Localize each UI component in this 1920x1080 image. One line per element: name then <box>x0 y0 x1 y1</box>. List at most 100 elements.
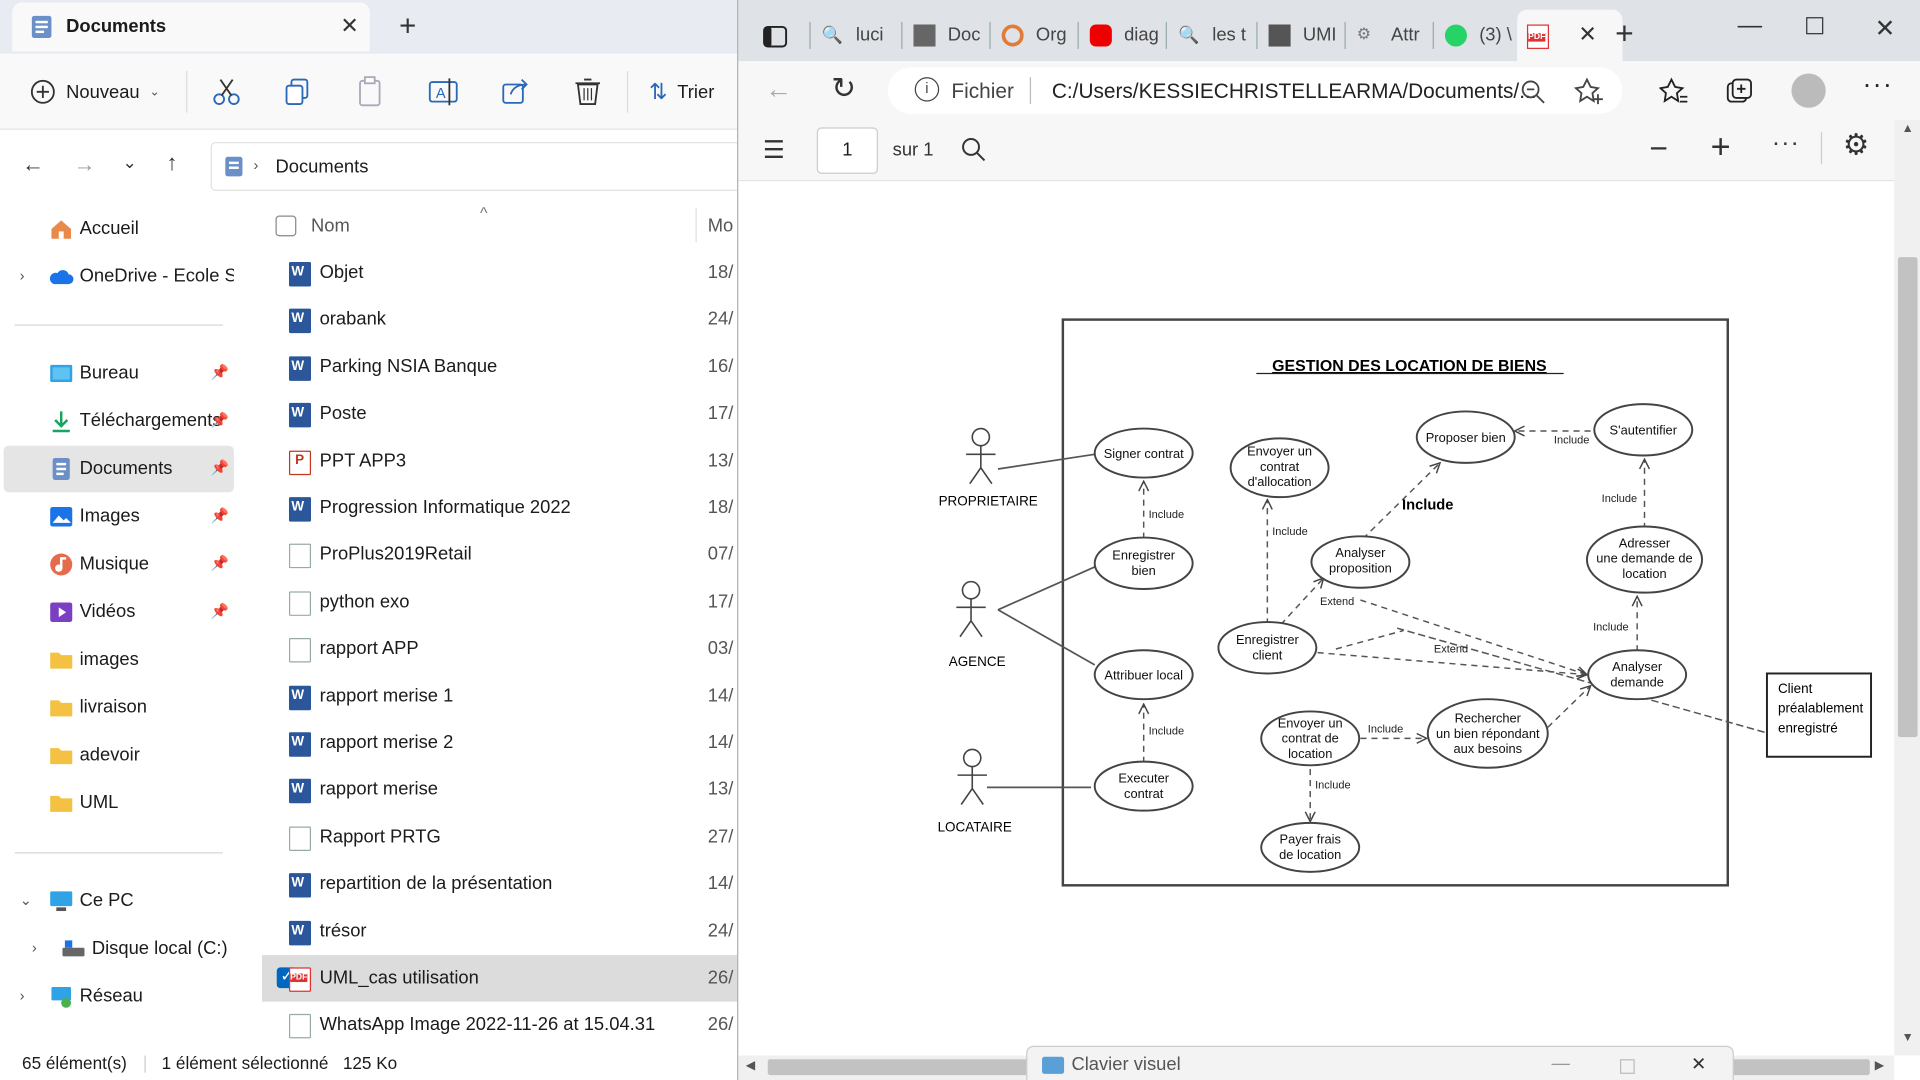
info-icon[interactable]: i <box>914 77 940 102</box>
back-arrow-icon[interactable]: ← <box>22 152 44 178</box>
nav-item-folder[interactable]: UML <box>0 780 235 827</box>
forward-arrow-icon[interactable]: → <box>73 152 95 178</box>
sort-button[interactable]: ⇅ Trier <box>649 71 714 113</box>
recent-chevron-icon[interactable]: ⌄ <box>122 152 136 173</box>
address-bar[interactable]: i Fichier C:/Users/KESSIECHRISTELLEARMA/… <box>887 67 1623 114</box>
close-tab-icon[interactable]: ✕ <box>340 13 358 39</box>
select-all-checkbox[interactable] <box>275 215 297 237</box>
refresh-icon[interactable]: ↻ <box>831 71 856 107</box>
file-row[interactable]: ProPlus2019Retail 07/ <box>262 532 737 579</box>
up-arrow-icon[interactable]: ↑ <box>167 151 178 177</box>
file-row[interactable]: UML_cas utilisation 26/ <box>262 955 738 1002</box>
file-row[interactable]: Poste 17/ <box>262 391 737 438</box>
nav-item-documents[interactable]: Documents 📌 <box>3 445 234 493</box>
nav-item-folder[interactable]: livraison <box>0 684 235 731</box>
file-row[interactable]: Objet 18/ <box>262 250 737 297</box>
table-of-contents-icon[interactable]: ☰ <box>763 135 785 166</box>
browser-tab[interactable]: Org <box>992 10 1078 61</box>
on-screen-keyboard-window[interactable]: Clavier visuel — ✕ <box>1026 1045 1734 1080</box>
scroll-left-icon[interactable]: ◀ <box>746 1059 755 1072</box>
breadcrumb[interactable]: › Documents <box>210 142 750 192</box>
new-tab-icon[interactable]: + <box>399 10 416 44</box>
file-row[interactable]: python exo 17/ <box>262 579 737 626</box>
browser-tab[interactable]: Doc <box>904 10 990 61</box>
nav-item-downloads[interactable]: Téléchargements 📌 <box>0 398 235 445</box>
nav-item-folder[interactable]: adevoir <box>0 732 235 779</box>
back-arrow-icon[interactable]: ← <box>765 73 792 105</box>
browser-tab-active[interactable]: PDF ✕ <box>1517 9 1623 62</box>
file-row[interactable]: rapport merise 13/ <box>262 767 737 814</box>
pin-icon[interactable]: 📌 <box>211 364 229 381</box>
scroll-thumb[interactable] <box>1897 257 1918 738</box>
chevron-right-icon[interactable]: › <box>20 987 25 1004</box>
pin-icon[interactable]: 📌 <box>211 507 229 524</box>
minimize-icon[interactable]: — <box>1738 12 1762 40</box>
page-number-input[interactable]: 1 <box>816 127 878 174</box>
nav-item-desktop[interactable]: Bureau 📌 <box>0 350 235 397</box>
nav-item-local-disk[interactable]: › Disque local (C:) <box>0 926 235 973</box>
maximize-icon[interactable] <box>1806 17 1824 35</box>
file-row[interactable]: rapport merise 2 14/ <box>262 720 737 767</box>
column-header-name[interactable]: Nom <box>311 216 350 237</box>
nav-item-network[interactable]: › Réseau <box>0 973 235 1020</box>
share-icon[interactable] <box>497 73 534 110</box>
file-row[interactable]: rapport merise 1 14/ <box>262 673 737 720</box>
column-header-modified[interactable]: Mo <box>708 216 734 237</box>
scroll-right-icon[interactable]: ▶ <box>1875 1059 1884 1072</box>
paste-icon[interactable] <box>353 73 390 110</box>
zoom-in-icon[interactable]: + <box>1711 127 1731 166</box>
more-options-icon[interactable]: ··· <box>1772 130 1800 158</box>
settings-gear-icon[interactable]: ⚙ <box>1843 127 1869 163</box>
browser-tab[interactable]: 🔍 les t <box>1168 10 1256 61</box>
file-row[interactable]: rapport APP 03/ <box>262 626 737 673</box>
browser-tab[interactable]: (3) \ <box>1435 10 1521 61</box>
file-row[interactable]: Rapport PRTG 27/ <box>262 814 737 861</box>
chevron-right-icon[interactable]: › <box>32 939 37 956</box>
browser-tab[interactable]: diag <box>1080 10 1166 61</box>
rename-icon[interactable]: A <box>425 73 462 110</box>
pin-icon[interactable]: 📌 <box>211 602 229 619</box>
explorer-tab[interactable]: Documents ✕ <box>12 2 370 52</box>
close-window-icon[interactable]: ✕ <box>1875 13 1896 44</box>
search-icon[interactable] <box>960 136 987 163</box>
file-row[interactable]: WhatsApp Image 2022-11-26 at 15.04.31 26/ <box>262 1002 737 1049</box>
delete-icon[interactable] <box>569 73 606 110</box>
minimize-icon[interactable]: — <box>1551 1053 1569 1074</box>
new-button[interactable]: Nouveau ⌄ <box>29 71 160 113</box>
pin-icon[interactable]: 📌 <box>211 459 229 476</box>
browser-tab[interactable]: UMI <box>1259 10 1345 61</box>
favorites-icon[interactable] <box>1659 77 1688 106</box>
file-row[interactable]: orabank 24/ <box>262 297 737 344</box>
tab-actions-icon[interactable] <box>763 24 788 48</box>
pin-icon[interactable]: 📌 <box>211 411 229 428</box>
nav-item-this-pc[interactable]: ⌄ Ce PC <box>0 878 235 925</box>
nav-item-images[interactable]: Images 📌 <box>0 493 235 540</box>
file-row[interactable]: Progression Informatique 2022 18/ <box>262 485 737 532</box>
file-row[interactable]: Parking NSIA Banque 16/ <box>262 344 737 391</box>
vertical-scrollbar[interactable]: ▲ ▼ <box>1894 120 1920 1056</box>
scroll-up-icon[interactable]: ▲ <box>1902 122 1914 135</box>
chevron-down-icon[interactable]: ⌄ <box>20 891 32 908</box>
add-favorite-icon[interactable] <box>1573 77 1605 106</box>
file-row[interactable]: trésor 24/ <box>262 908 737 955</box>
zoom-out-icon[interactable] <box>1520 78 1547 105</box>
nav-item-onedrive[interactable]: › OneDrive - Ecole Su <box>0 253 235 300</box>
close-window-icon[interactable]: ✕ <box>1691 1053 1706 1075</box>
file-row[interactable]: repartition de la présentation 14/ <box>262 861 737 908</box>
close-tab-icon[interactable]: ✕ <box>1578 22 1596 48</box>
nav-item-videos[interactable]: Vidéos 📌 <box>0 589 235 636</box>
nav-item-folder[interactable]: images <box>0 637 235 684</box>
chevron-right-icon[interactable]: › <box>20 267 25 284</box>
file-row[interactable]: PPT APP3 13/ <box>262 438 737 485</box>
nav-item-music[interactable]: Musique 📌 <box>0 541 235 588</box>
zoom-out-icon[interactable]: − <box>1649 130 1668 168</box>
maximize-icon[interactable] <box>1620 1059 1635 1074</box>
scroll-down-icon[interactable]: ▼ <box>1902 1031 1914 1044</box>
copy-icon[interactable] <box>280 73 317 110</box>
browser-tab[interactable]: 🔍 luci <box>812 10 900 61</box>
browser-tab[interactable]: ⚙ Attr <box>1347 10 1433 61</box>
more-menu-icon[interactable]: ··· <box>1862 69 1893 101</box>
pin-icon[interactable]: 📌 <box>211 555 229 572</box>
nav-item-home[interactable]: Accueil <box>0 206 235 253</box>
new-tab-icon[interactable]: + <box>1615 15 1634 53</box>
